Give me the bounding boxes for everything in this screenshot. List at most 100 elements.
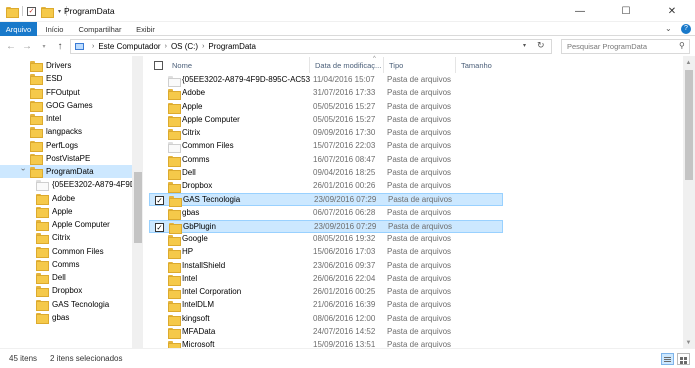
- back-arrow-icon[interactable]: ←: [5, 40, 17, 52]
- forward-arrow-icon[interactable]: →: [21, 40, 33, 52]
- nav-tree-item[interactable]: Comms: [0, 258, 132, 271]
- pc-icon: [75, 43, 84, 50]
- nav-tree-item[interactable]: › ProgramData: [0, 165, 132, 178]
- maximize-button[interactable]: ☐: [603, 0, 649, 22]
- nav-tree-item[interactable]: gbas: [0, 311, 132, 324]
- nav-tree-item[interactable]: Common Files: [0, 245, 132, 258]
- file-name: Google: [182, 234, 208, 243]
- file-name: gbas: [182, 207, 200, 217]
- file-row[interactable]: IntelDLM 21/06/2016 16:39 Pasta de arquivo…: [149, 299, 503, 313]
- file-row[interactable]: ✓ GAS Tecnologia 23/09/2016 07:29 Pasta de …: [149, 193, 503, 208]
- file-row[interactable]: Apple Computer 05/05/2016 15:27 Pasta de a…: [149, 114, 503, 127]
- nav-tree-item[interactable]: Intel: [0, 112, 132, 125]
- recent-locations-chevron-icon[interactable]: ▾: [38, 40, 50, 52]
- column-header-size[interactable]: Tamanho: [455, 57, 515, 73]
- folder-icon: [168, 102, 181, 114]
- file-row[interactable]: kingsoft 08/06/2016 12:00 Pasta de arquivo…: [149, 313, 503, 326]
- tab-exibir[interactable]: Exibir: [128, 22, 163, 36]
- file-row[interactable]: {05EE3202-A879-4F9D-895C-AC535859...11/0…: [149, 74, 503, 87]
- row-checkbox[interactable]: ✓: [155, 196, 164, 206]
- close-button[interactable]: ✕: [649, 0, 695, 22]
- file-row[interactable]: HP 15/06/2016 17:03 Pasta de arquivos: [149, 246, 503, 260]
- file-row[interactable]: Dell 09/04/2016 18:25 Pasta de arquivos: [149, 167, 503, 180]
- details-view-button[interactable]: [661, 353, 674, 365]
- help-icon[interactable]: ?: [681, 24, 691, 34]
- file-type: Pasta de arquivos: [387, 300, 452, 310]
- folder-icon: [168, 182, 181, 193]
- nav-tree-label: Dropbox: [52, 286, 83, 296]
- file-type: Pasta de arquivos: [387, 313, 452, 323]
- up-arrow-icon[interactable]: ↑: [54, 40, 66, 52]
- file-type: Pasta de arquivos: [387, 114, 452, 124]
- file-row[interactable]: Intel 26/06/2016 22:04 Pasta de arquivos: [149, 273, 503, 286]
- nav-tree-item[interactable]: PerfLogs: [0, 139, 132, 152]
- file-type: Pasta de arquivos: [387, 247, 452, 257]
- nav-tree-item[interactable]: GAS Tecnologia: [0, 298, 132, 311]
- folder-icon: [168, 261, 181, 273]
- nav-tree-label: Apple: [52, 206, 73, 216]
- file-row[interactable]: ✓ GbPlugin 23/09/2016 07:29 Pasta de arquiv…: [149, 219, 503, 234]
- minimize-button[interactable]: —: [557, 0, 603, 22]
- folder-icon: [168, 76, 181, 87]
- file-row[interactable]: Apple 05/05/2016 15:27 Pasta de arquivos: [149, 101, 503, 114]
- breadcrumb-este-computador[interactable]: Este Computador: [98, 42, 160, 51]
- file-name: Comms: [182, 154, 210, 164]
- customize-qat-chevron-icon[interactable]: ▾: [58, 8, 61, 15]
- nav-tree-item[interactable]: Apple: [0, 205, 132, 218]
- nav-tree-item[interactable]: Apple Computer: [0, 218, 132, 231]
- breadcrumb-programdata[interactable]: ProgramData: [208, 42, 256, 51]
- nav-tree-item[interactable]: Dell: [0, 271, 132, 284]
- expand-chevron-icon[interactable]: ›: [19, 168, 28, 171]
- address-bar[interactable]: › Este Computador › OS (C:) › ProgramDat…: [70, 39, 552, 54]
- folder-icon: [36, 193, 49, 205]
- file-name: Citrix: [182, 128, 201, 137]
- column-header-date[interactable]: Data de modificaç...: [309, 57, 383, 73]
- new-folder-icon[interactable]: [41, 6, 54, 18]
- nav-tree-item[interactable]: PostVistaPE: [0, 152, 132, 165]
- nav-tree-item[interactable]: {05EE3202-A879-4F9D-89: [0, 178, 143, 192]
- address-dropdown-chevron-icon[interactable]: ▾: [523, 42, 526, 49]
- file-list-scroll-thumb[interactable]: [685, 70, 693, 180]
- file-row[interactable]: Intel Corporation 26/01/2016 00:25 Pasta d…: [149, 286, 503, 299]
- tab-arquivo[interactable]: Arquivo: [0, 22, 37, 36]
- scroll-down-arrow-icon[interactable]: ▼: [683, 337, 694, 348]
- tab-compartilhar[interactable]: Compartilhar: [72, 22, 128, 36]
- folder-icon: [36, 259, 49, 271]
- file-row[interactable]: Microsoft 15/09/2016 13:51 Pasta de arquiv…: [149, 339, 503, 348]
- file-row[interactable]: Dropbox 26/01/2016 00:26 Pasta de arquivos: [149, 180, 503, 193]
- nav-tree-item[interactable]: FFOutput: [0, 86, 132, 99]
- file-date: 31/07/2016 17:33: [313, 88, 376, 98]
- breadcrumb-drive[interactable]: OS (C:): [171, 42, 198, 51]
- row-checkbox[interactable]: ✓: [155, 222, 164, 232]
- file-row[interactable]: Adobe 31/07/2016 17:33 Pasta de arquivos: [149, 87, 503, 101]
- navigation-pane-scroll-thumb[interactable]: [134, 172, 142, 243]
- nav-tree-item[interactable]: Dropbox: [0, 284, 132, 298]
- expand-ribbon-chevron-icon[interactable]: ⌄: [665, 24, 672, 33]
- tab-inicio[interactable]: Início: [37, 22, 72, 36]
- scroll-up-arrow-icon[interactable]: ▲: [683, 57, 694, 68]
- nav-tree-item[interactable]: Citrix: [0, 231, 132, 245]
- file-row[interactable]: MFAData 24/07/2016 14:52 Pasta de arquivos: [149, 326, 503, 339]
- large-icons-view-button[interactable]: [677, 353, 690, 365]
- nav-tree-item[interactable]: Drivers: [0, 59, 132, 72]
- search-input[interactable]: Pesquisar ProgramData ⚲: [561, 39, 690, 54]
- file-row[interactable]: Common Files 15/07/2016 22:03 Pasta de arq…: [149, 140, 503, 154]
- column-header-type[interactable]: Tipo: [383, 57, 455, 73]
- nav-tree-item[interactable]: Adobe: [0, 192, 132, 205]
- column-header-name[interactable]: Nome: [167, 57, 309, 73]
- file-row[interactable]: Comms 16/07/2016 08:47 Pasta de arquivos: [149, 154, 503, 167]
- folder-icon: [169, 196, 182, 208]
- folder-icon: [30, 167, 43, 178]
- file-row[interactable]: InstallShield 23/06/2016 09:37 Pasta de ar…: [149, 260, 503, 273]
- file-row[interactable]: Citrix 09/09/2016 17:30 Pasta de arquivos: [149, 127, 503, 140]
- properties-checkbox-icon[interactable]: ✓: [27, 6, 36, 16]
- select-all-checkbox[interactable]: [154, 61, 163, 70]
- nav-tree-item[interactable]: ESD: [0, 72, 132, 86]
- nav-tree-item[interactable]: langpacks: [0, 125, 132, 139]
- file-row[interactable]: gbas 06/07/2016 06:28 Pasta de arquivos: [149, 207, 503, 220]
- file-row[interactable]: Google 08/05/2016 19:32 Pasta de arquivos: [149, 233, 503, 246]
- refresh-icon[interactable]: ↻: [537, 40, 545, 51]
- nav-tree-item[interactable]: GOG Games: [0, 99, 132, 112]
- folder-icon: [168, 288, 181, 299]
- file-name: Intel Corporation: [182, 287, 242, 296]
